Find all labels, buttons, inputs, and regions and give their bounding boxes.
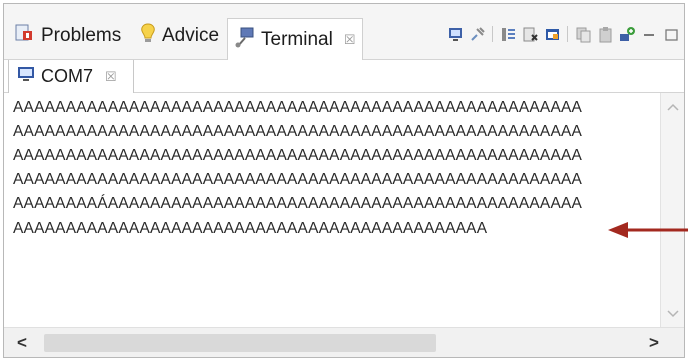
scroll-down-icon[interactable] xyxy=(661,305,685,323)
view-tab-bar: Problems Advice Terminal ☒ xyxy=(4,4,684,60)
pin-icon[interactable] xyxy=(468,25,486,43)
maximize-icon[interactable] xyxy=(662,25,680,43)
paste-icon[interactable] xyxy=(596,25,614,43)
vertical-scrollbar[interactable] xyxy=(660,93,684,327)
terminal-view-frame: Problems Advice Terminal ☒ COM7 ☒ AAAAAA… xyxy=(3,3,685,358)
new-window-icon[interactable] xyxy=(543,25,561,43)
terminal-icon xyxy=(234,26,256,54)
tab-advice[interactable]: Advice xyxy=(139,22,219,50)
output-line: AAAAAAAAAAAAAAAAAAAAAAAAAAAAAAAAAAAAAAAA… xyxy=(13,171,583,188)
output-line: AAAAAAAAAAAAAAAAAAAAAAAAAAAAAAAAAAAAAAAA… xyxy=(13,99,583,116)
settings-icon[interactable] xyxy=(618,25,636,43)
scroll-right-icon[interactable]: > xyxy=(644,332,664,354)
tab-terminal-label: Terminal xyxy=(261,28,333,50)
tab-com7-label: COM7 xyxy=(41,66,94,86)
toolbar-separator xyxy=(492,26,493,42)
connection-tab-bar: COM7 ☒ xyxy=(4,60,684,93)
minimize-icon[interactable] xyxy=(640,25,658,43)
scroll-up-icon[interactable] xyxy=(661,98,685,116)
display-icon[interactable] xyxy=(446,25,464,43)
output-line: AAAAAAAAAAAAAAAAAAAAAAAAAAAAAAAAAAAAAAAA… xyxy=(13,147,583,164)
problems-icon xyxy=(14,22,36,50)
close-icon[interactable]: ☒ xyxy=(105,69,117,85)
tab-problems-label: Problems xyxy=(41,25,122,46)
tab-problems[interactable]: Problems xyxy=(14,22,121,50)
terminal-output[interactable]: AAAAAAAAAAAAAAAAAAAAAAAAAAAAAAAAAAAAAAAA… xyxy=(4,93,658,327)
copy-icon[interactable] xyxy=(574,25,592,43)
tab-terminal[interactable]: Terminal ☒ xyxy=(227,18,363,60)
lightbulb-icon xyxy=(139,22,157,50)
output-line: AAAAAAAAÁAAAAAAAAAAAAAAAAAAAAAAAAAAAAAAA… xyxy=(13,195,583,212)
output-line: AAAAAAAAAAAAAAAAAAAAAAAAAAAAAAAAAAAAAAAA… xyxy=(13,220,488,237)
horizontal-scrollbar[interactable]: < > xyxy=(4,327,684,357)
terminal-toolbar xyxy=(446,22,680,46)
toolbar-separator xyxy=(567,26,568,42)
annotation-arrow-icon xyxy=(608,222,688,238)
clear-icon[interactable] xyxy=(521,25,539,43)
scroll-lock-icon[interactable] xyxy=(499,25,517,43)
tab-advice-label: Advice xyxy=(162,25,220,46)
tab-com7[interactable]: COM7 ☒ xyxy=(8,60,134,93)
scrollbar-thumb[interactable] xyxy=(44,334,436,352)
monitor-icon xyxy=(17,65,35,88)
scroll-left-icon[interactable]: < xyxy=(12,332,32,354)
close-icon[interactable]: ☒ xyxy=(344,32,356,48)
output-line: AAAAAAAAAAAAAAAAAAAAAAAAAAAAAAAAAAAAAAAA… xyxy=(13,123,583,140)
